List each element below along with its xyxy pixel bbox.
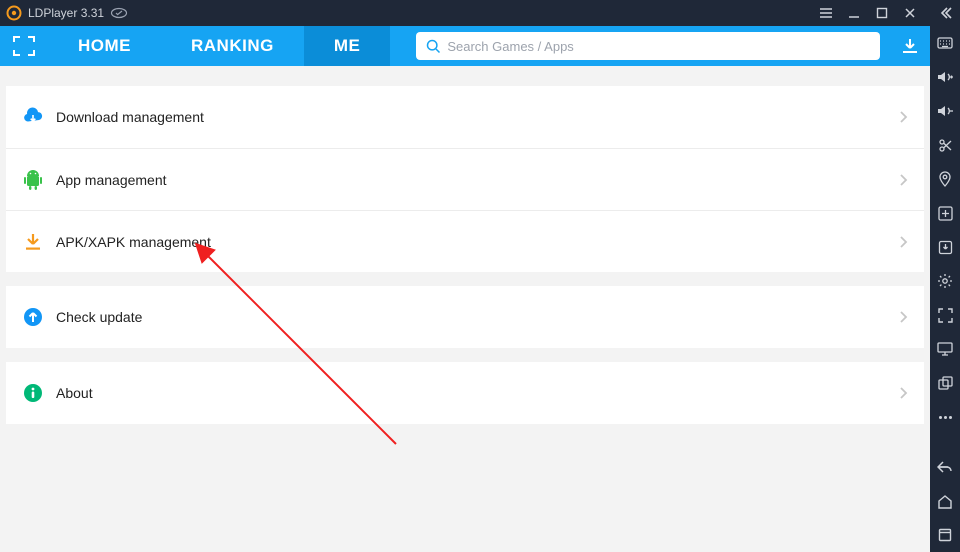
close-button[interactable] xyxy=(896,0,924,26)
item-label: Download management xyxy=(56,109,204,125)
content-area: Download management App management xyxy=(0,66,930,552)
android-icon xyxy=(22,169,44,191)
cloud-download-icon xyxy=(22,106,44,128)
item-download-management[interactable]: Download management xyxy=(6,86,924,148)
app-title: LDPlayer 3.31 xyxy=(28,6,104,20)
chevron-right-icon xyxy=(899,310,908,324)
maximize-button[interactable] xyxy=(868,0,896,26)
titlebar: LDPlayer 3.31 xyxy=(0,0,930,26)
header-tabs: HOME RANKING ME xyxy=(48,26,390,66)
scissors-icon[interactable] xyxy=(930,128,960,162)
download-button[interactable] xyxy=(890,26,930,66)
apk-install-icon[interactable] xyxy=(930,230,960,264)
multi-window-icon[interactable] xyxy=(930,366,960,400)
settings-icon[interactable] xyxy=(930,264,960,298)
search-icon xyxy=(426,39,441,54)
app-logo-icon xyxy=(6,5,22,21)
item-label: About xyxy=(56,385,93,401)
location-icon[interactable] xyxy=(930,162,960,196)
item-about[interactable]: About xyxy=(6,362,924,424)
add-box-icon[interactable] xyxy=(930,196,960,230)
minimize-button[interactable] xyxy=(840,0,868,26)
chevron-right-icon xyxy=(899,110,908,124)
search-box[interactable] xyxy=(416,32,880,60)
item-apk-management[interactable]: APK/XAPK management xyxy=(6,210,924,272)
item-check-update[interactable]: Check update xyxy=(6,286,924,348)
monitor-icon[interactable] xyxy=(930,332,960,366)
volume-down-icon[interactable] xyxy=(930,94,960,128)
chevron-right-icon xyxy=(899,235,908,249)
back-icon[interactable] xyxy=(930,450,960,484)
chevron-right-icon xyxy=(899,386,908,400)
header: HOME RANKING ME xyxy=(0,26,930,66)
item-label: Check update xyxy=(56,309,142,325)
keyboard-icon[interactable] xyxy=(930,26,960,60)
tab-ranking[interactable]: RANKING xyxy=(161,26,304,66)
collapse-panel-icon[interactable] xyxy=(930,0,960,26)
update-icon xyxy=(22,306,44,328)
recent-icon[interactable] xyxy=(930,518,960,552)
chevron-right-icon xyxy=(899,173,908,187)
tab-home[interactable]: HOME xyxy=(48,26,161,66)
fullscreen-icon[interactable] xyxy=(930,298,960,332)
more-icon[interactable] xyxy=(930,400,960,434)
item-app-management[interactable]: App management xyxy=(6,148,924,210)
search-input[interactable] xyxy=(447,39,870,54)
menu-button[interactable] xyxy=(812,0,840,26)
download-orange-icon xyxy=(22,231,44,253)
fullscreen-corner-icon[interactable] xyxy=(0,26,48,66)
info-icon xyxy=(22,382,44,404)
window-controls xyxy=(812,0,924,26)
item-label: App management xyxy=(56,172,167,188)
home-icon[interactable] xyxy=(930,484,960,518)
right-toolbar xyxy=(930,0,960,552)
volume-up-icon[interactable] xyxy=(930,60,960,94)
tab-me[interactable]: ME xyxy=(304,26,391,66)
sync-icon xyxy=(110,7,128,19)
item-label: APK/XAPK management xyxy=(56,234,211,250)
